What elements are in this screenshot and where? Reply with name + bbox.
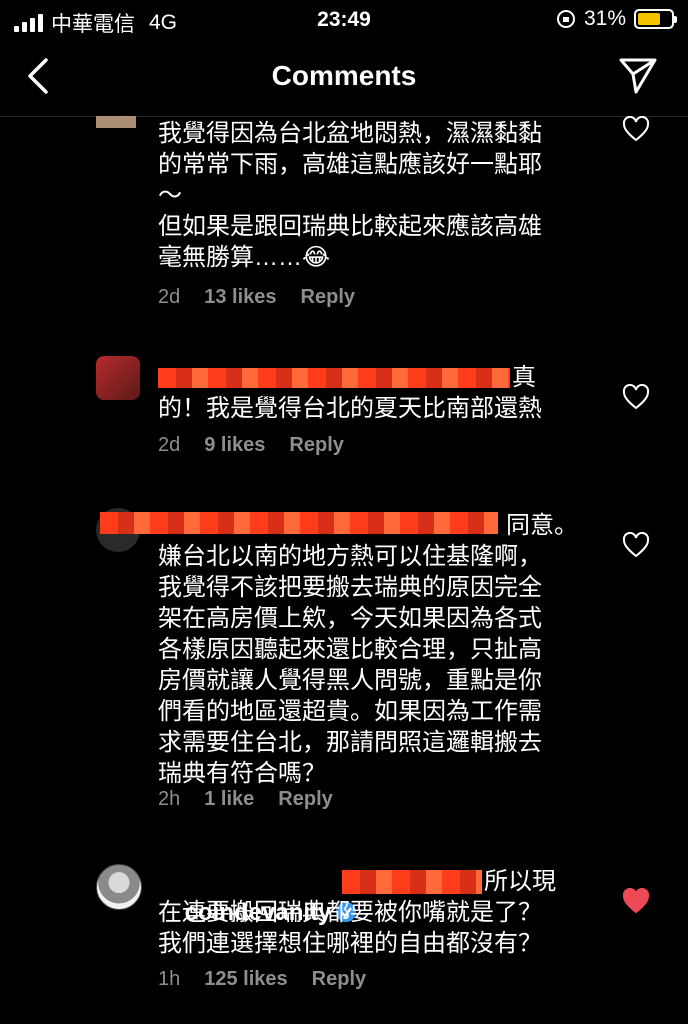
direct-send-icon[interactable]: [616, 54, 660, 98]
comment-time: 2d: [158, 286, 181, 308]
battery-percent: 31%: [583, 7, 626, 30]
comment-text-tail: 所以現: [484, 868, 556, 895]
like-count[interactable]: 9 likes: [204, 434, 265, 457]
comment-meta: 1h 125 likes Reply: [158, 968, 366, 991]
comments-header: Comments: [0, 40, 688, 117]
comment-time: 2h: [158, 788, 181, 810]
comment-text: 我覺得因為台北盆地悶熱，濕濕黏黏 的常常下雨，高雄這點應該好一點耶 ～ 但如果是…: [158, 120, 542, 271]
reply-button[interactable]: Reply: [278, 788, 332, 811]
heart-icon[interactable]: [622, 116, 650, 142]
heart-filled-icon[interactable]: [622, 888, 650, 914]
heart-icon[interactable]: [622, 384, 650, 410]
reply-button[interactable]: Reply: [312, 968, 366, 991]
orientation-lock-icon: [556, 10, 575, 28]
comment-meta: 2d 13 likes Reply: [158, 286, 355, 309]
reply-button[interactable]: Reply: [289, 434, 343, 457]
comment-text-tail: 真: [512, 364, 536, 391]
heart-icon[interactable]: [622, 532, 650, 558]
battery-icon: [634, 9, 677, 29]
comment-item: 真 的！我是覺得台北的夏天比南部還熱 2d 9 likes Reply: [0, 346, 688, 476]
like-count[interactable]: 1 like: [204, 788, 254, 811]
comment-item: coindevanity 所以現 在連要搬回瑞典都要被你嘴就是了？ 我們連選擇想…: [0, 864, 688, 1014]
comment-meta: 2d 9 likes Reply: [158, 434, 344, 457]
redacted-mention: [342, 870, 482, 894]
comment-meta: 2h 1 like Reply: [158, 788, 333, 811]
page-title: Comments: [271, 60, 417, 91]
comment-item: 我覺得因為台北盆地悶熱，濕濕黏黏 的常常下雨，高雄這點應該好一點耶 ～ 但如果是…: [0, 116, 688, 316]
redacted-avatar: [96, 356, 140, 400]
like-count[interactable]: 13 likes: [204, 286, 276, 309]
reply-button[interactable]: Reply: [301, 286, 355, 309]
like-count[interactable]: 125 likes: [204, 968, 287, 991]
comment-text: 在連要搬回瑞典都要被你嘴就是了？ 我們連選擇想住哪裡的自由都沒有？: [158, 899, 542, 957]
comment-text: 的！我是覺得台北的夏天比南部還熱: [158, 395, 542, 422]
redacted-username: [158, 368, 510, 388]
status-bar: 中華電信 4G 23:49 31%: [0, 0, 688, 40]
redacted-avatar: [96, 116, 136, 128]
comment-text: 嫌台北以南的地方熱可以住基隆啊， 我覺得不該把要搬去瑞典的原因完全 架在高房價上…: [158, 543, 542, 787]
comment-text-tail: 同意。: [506, 512, 578, 539]
comment-time: 2d: [158, 434, 181, 456]
comment-item: 同意。 嫌台北以南的地方熱可以住基隆啊， 我覺得不該把要搬去瑞典的原因完全 架在…: [0, 496, 688, 816]
comment-time: 1h: [158, 968, 181, 990]
avatar[interactable]: [96, 864, 142, 910]
redacted-username: [100, 512, 498, 534]
